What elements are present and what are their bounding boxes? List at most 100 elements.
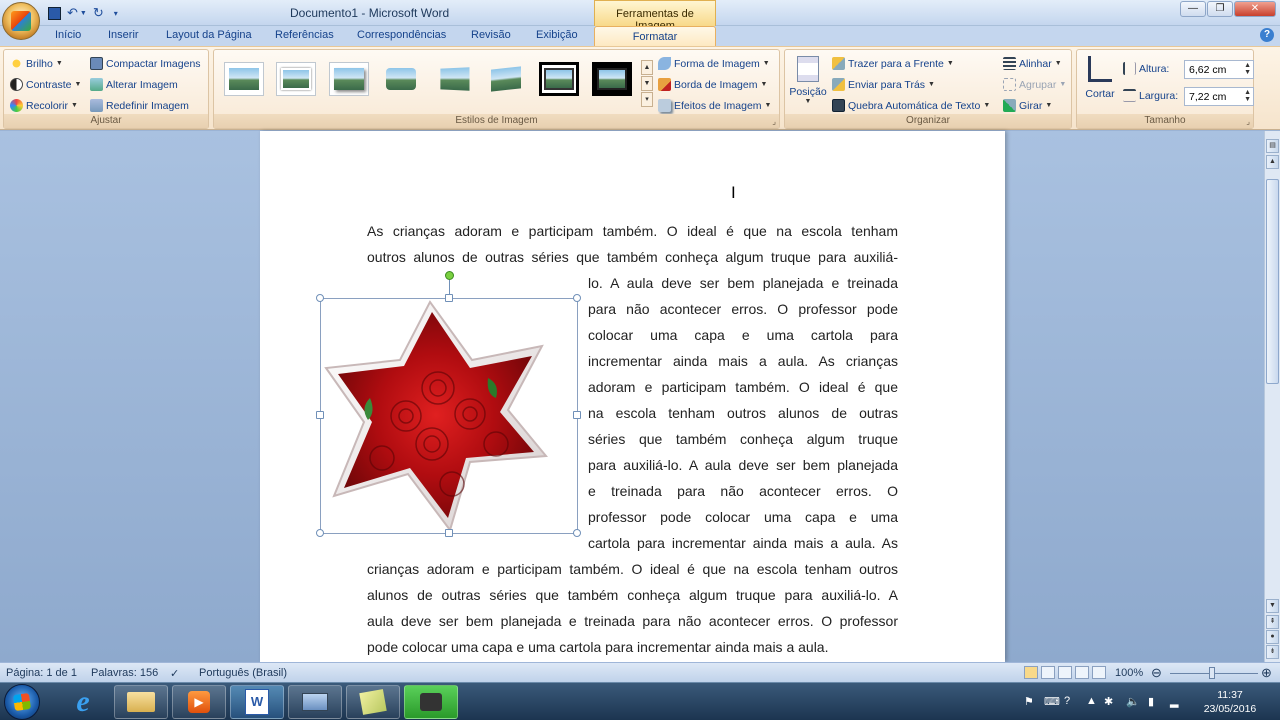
picture-style-8[interactable] [592, 62, 632, 96]
taskbar-network[interactable] [288, 685, 342, 719]
tab-referencias[interactable]: Referências [275, 29, 334, 41]
scroll-up-button[interactable]: ▲ [1266, 155, 1279, 169]
undo-dropdown-icon[interactable]: ▼ [80, 10, 87, 17]
tab-formatar[interactable]: Formatar [594, 26, 716, 47]
browse-object-button[interactable]: ● [1266, 630, 1279, 644]
picture-style-1[interactable] [224, 62, 264, 96]
picture-style-2[interactable] [276, 62, 316, 96]
gallery-up-button[interactable]: ▲ [641, 60, 653, 75]
bluetooth-icon[interactable]: ✱ [1104, 695, 1113, 708]
taskbar-media-player[interactable]: ▶ [172, 685, 226, 719]
altura-spinner[interactable]: ▲ ▼ [1244, 62, 1251, 76]
resize-handle-e[interactable] [573, 411, 581, 419]
trazer-para-frente-button[interactable]: Trazer para a Frente ▼ [832, 57, 954, 70]
resize-handle-n[interactable] [445, 294, 453, 302]
picture-style-6[interactable] [486, 62, 526, 96]
next-page-button[interactable]: ⇟ [1266, 645, 1279, 659]
power-icon[interactable]: ▮ [1148, 695, 1154, 708]
tray-arrow-icon[interactable]: ▲ [1086, 695, 1097, 707]
posicao-button[interactable]: Posição ▼ [789, 56, 827, 105]
close-button[interactable]: ✕ [1234, 1, 1276, 17]
view-web-layout-icon[interactable] [1058, 666, 1072, 679]
girar-button[interactable]: Girar ▼ [1003, 99, 1052, 112]
text-line[interactable]: cartola para incrementar ainda mais a au… [588, 534, 898, 552]
previous-page-button[interactable]: ⇞ [1266, 615, 1279, 629]
resize-handle-ne[interactable] [573, 294, 581, 302]
start-button[interactable] [4, 684, 40, 720]
scroll-down-button[interactable]: ▼ [1266, 599, 1279, 613]
resize-handle-se[interactable] [573, 529, 581, 537]
quebra-automatica-button[interactable]: Quebra Automática de Texto ▼ [832, 99, 990, 112]
view-print-layout-icon[interactable] [1024, 666, 1038, 679]
taskbar-notes[interactable] [346, 685, 400, 719]
text-line[interactable]: outros alunos de outras séries que també… [367, 248, 898, 266]
text-line[interactable]: As crianças adoram e participam também. … [367, 222, 898, 240]
efeitos-de-imagem-button[interactable]: Efeitos de Imagem ▼ [658, 99, 771, 112]
tab-revisao[interactable]: Revisão [471, 29, 511, 41]
resize-handle-nw[interactable] [316, 294, 324, 302]
text-line[interactable]: colocar uma capa e uma cartola para [588, 326, 898, 344]
proofing-icon[interactable]: ✓ [170, 667, 179, 680]
cortar-button[interactable]: Cortar [1083, 56, 1117, 100]
tab-layout[interactable]: Layout da Página [166, 29, 252, 41]
vertical-scrollbar[interactable]: ▤ ▲ ▼ ⇞ ● ⇟ [1264, 131, 1280, 662]
zoom-slider-knob[interactable] [1209, 667, 1215, 679]
taskbar-word[interactable]: W [230, 685, 284, 719]
tab-exibicao[interactable]: Exibição [536, 29, 578, 41]
largura-input[interactable]: 7,22 cm ▲ ▼ [1184, 87, 1254, 106]
text-line[interactable]: aula deve ser bem planejada e treinada p… [367, 612, 898, 630]
undo-icon[interactable]: ↶ [67, 5, 78, 21]
contraste-button[interactable]: Contraste ▼ [10, 78, 81, 91]
zoom-level[interactable]: 100% [1115, 667, 1143, 679]
text-line[interactable]: crianças adoram e participam também. O i… [367, 560, 898, 578]
zoom-in-icon[interactable]: ⊕ [1261, 665, 1272, 681]
text-line[interactable]: séries que também conheça algum truque [588, 430, 898, 448]
taskbar-file-explorer[interactable] [114, 685, 168, 719]
tab-correspondencias[interactable]: Correspondências [357, 29, 446, 41]
resize-handle-s[interactable] [445, 529, 453, 537]
text-line[interactable]: para auxiliá-lo. A aula deve ser bem pla… [588, 456, 898, 474]
redefinir-imagem-button[interactable]: Redefinir Imagem [90, 99, 189, 112]
zoom-out-icon[interactable]: ⊖ [1151, 665, 1162, 681]
view-draft-icon[interactable] [1092, 666, 1106, 679]
agrupar-button[interactable]: Agrupar ▼ [1003, 78, 1066, 91]
volume-icon[interactable]: 🔈 [1126, 695, 1140, 708]
help-tray-icon[interactable]: ? [1064, 695, 1070, 707]
text-line[interactable]: incrementar ainda mais a aula. As crianç… [588, 352, 898, 370]
language-status[interactable]: Português (Brasil) [199, 667, 287, 679]
alinhar-button[interactable]: Alinhar ▼ [1003, 57, 1062, 70]
taskbar-camtasia[interactable] [404, 685, 458, 719]
save-icon[interactable] [48, 6, 61, 20]
taskbar-clock[interactable]: 11:37 23/05/2016 [1200, 688, 1260, 716]
word-count[interactable]: Palavras: 156 [91, 667, 158, 679]
alterar-imagem-button[interactable]: Alterar Imagem [90, 78, 178, 91]
keyboard-icon[interactable]: ⌨ [1044, 695, 1060, 708]
resize-handle-sw[interactable] [316, 529, 324, 537]
text-line[interactable]: na escola tenham outros alunos de outras [588, 404, 898, 422]
borda-de-imagem-button[interactable]: Borda de Imagem ▼ [658, 78, 767, 91]
enviar-para-tras-button[interactable]: Enviar para Trás ▼ [832, 78, 935, 91]
brilho-button[interactable]: Brilho ▼ [10, 57, 63, 70]
text-line[interactable]: alunos de outras séries que também conhe… [367, 586, 898, 604]
tab-inicio[interactable]: Início [55, 29, 81, 41]
rotate-handle[interactable] [445, 271, 454, 280]
page-count[interactable]: Página: 1 de 1 [6, 667, 77, 679]
language-icon[interactable]: ⚑ [1024, 695, 1034, 708]
restore-button[interactable]: ❐ [1207, 1, 1233, 17]
text-line[interactable]: pode colocar uma capa e uma cartola para… [367, 638, 828, 656]
recolorir-button[interactable]: Recolorir ▼ [10, 99, 78, 112]
size-dialog-launcher-icon[interactable]: ⌟ [1246, 117, 1250, 126]
compactar-imagens-button[interactable]: Compactar Imagens [90, 57, 201, 70]
gallery-down-button[interactable]: ▼ [641, 76, 653, 91]
help-icon[interactable]: ? [1260, 28, 1274, 42]
text-line[interactable]: lo. A aula deve ser bem planejada e trei… [588, 274, 898, 292]
redo-icon[interactable]: ↻ [93, 5, 104, 21]
minimize-button[interactable]: — [1180, 1, 1206, 17]
largura-spinner[interactable]: ▲ ▼ [1244, 89, 1251, 103]
forma-de-imagem-button[interactable]: Forma de Imagem ▼ [658, 57, 770, 70]
view-outline-icon[interactable] [1075, 666, 1089, 679]
taskbar-internet-explorer[interactable]: e [56, 685, 110, 719]
customize-qat-icon[interactable]: ▾ [114, 9, 118, 18]
text-line[interactable]: e treinada para não acontecer erros. O [588, 482, 898, 500]
view-full-screen-icon[interactable] [1041, 666, 1055, 679]
